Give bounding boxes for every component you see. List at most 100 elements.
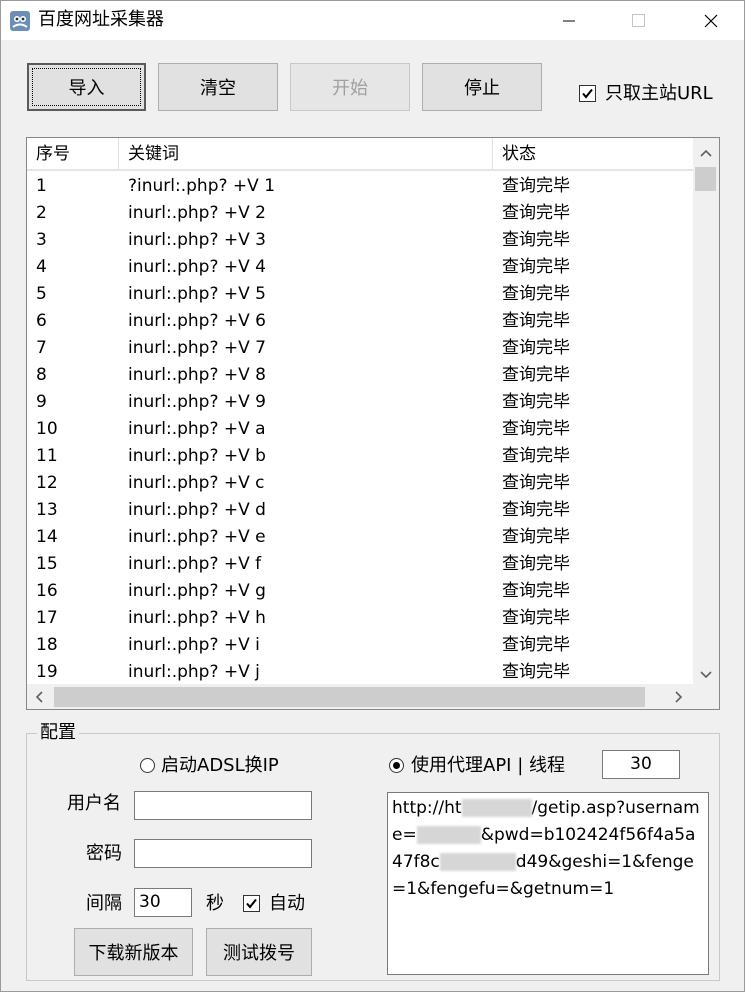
row-keyword-cell: inurl:.php? +V a [128, 419, 266, 439]
row-status-cell: 查询完毕 [502, 473, 570, 493]
row-index-cell: 3 [36, 230, 47, 250]
username-input[interactable] [134, 791, 312, 820]
row-status-cell: 查询完毕 [502, 581, 570, 601]
start-button[interactable]: 开始 [290, 63, 410, 111]
only-main-url-checkbox[interactable] [579, 85, 596, 102]
row-status-cell: 查询完毕 [502, 419, 570, 439]
minimize-button[interactable] [546, 1, 592, 40]
table-row[interactable]: 8 inurl:.php? +V 8 查询完毕 [27, 362, 693, 389]
clear-button-label: 清空 [200, 78, 236, 99]
row-status-cell: 查询完毕 [502, 392, 570, 412]
table-row[interactable]: 11 inurl:.php? +V b 查询完毕 [27, 443, 693, 470]
import-button[interactable]: 导入 [27, 63, 146, 111]
adsl-radio[interactable] [140, 758, 155, 773]
proxy-api-url-textarea[interactable]: http://ht/getip.asp?username= &pwd=b10242… [387, 792, 709, 975]
redacted-password-part [439, 853, 516, 871]
table-row[interactable]: 1 ?inurl:.php? +V 1 查询完毕 [27, 173, 693, 200]
table-row[interactable]: 14 inurl:.php? +V e 查询完毕 [27, 524, 693, 551]
auto-label[interactable]: 自动 [269, 893, 305, 915]
table-row[interactable]: 18 inurl:.php? +V i 查询完毕 [27, 632, 693, 659]
table-row[interactable]: 4 inurl:.php? +V 4 查询完毕 [27, 254, 693, 281]
redacted-host [461, 799, 532, 817]
scroll-right-icon[interactable] [675, 691, 683, 706]
scroll-up-icon[interactable] [700, 146, 712, 160]
keyword-list[interactable]: 序号 关键词 状态 1 ?inurl:.php? +V 1 查询完毕 2 inurl:.… [26, 137, 720, 710]
row-index-cell: 8 [36, 365, 47, 385]
password-label: 密码 [86, 843, 122, 864]
row-keyword-cell: inurl:.php? +V c [128, 473, 265, 493]
row-index-cell: 17 [36, 608, 58, 628]
scroll-left-icon[interactable] [35, 691, 43, 706]
scroll-down-icon[interactable] [700, 668, 712, 682]
row-index-cell: 12 [36, 473, 58, 493]
threads-input[interactable]: 30 [602, 750, 680, 779]
api-url-part-1: http://ht [392, 798, 462, 818]
table-row[interactable]: 2 inurl:.php? +V 2 查询完毕 [27, 200, 693, 227]
row-keyword-cell: inurl:.php? +V 6 [128, 311, 266, 331]
maximize-button [615, 1, 661, 40]
row-keyword-cell: inurl:.php? +V 2 [128, 203, 266, 223]
table-row[interactable]: 19 inurl:.php? +V j 查询完毕 [27, 659, 693, 686]
row-index-cell: 13 [36, 500, 58, 520]
table-row[interactable]: 17 inurl:.php? +V h 查询完毕 [27, 605, 693, 632]
clear-button[interactable]: 清空 [158, 63, 278, 111]
table-row[interactable]: 13 inurl:.php? +V d 查询完毕 [27, 497, 693, 524]
table-row[interactable]: 15 inurl:.php? +V f 查询完毕 [27, 551, 693, 578]
row-index-cell: 14 [36, 527, 58, 547]
row-keyword-cell: inurl:.php? +V j [128, 662, 260, 682]
config-group-title: 配置 [37, 721, 79, 745]
import-button-label: 导入 [68, 78, 105, 99]
row-index-cell: 4 [36, 257, 47, 277]
table-row[interactable]: 16 inurl:.php? +V g 查询完毕 [27, 578, 693, 605]
column-header-index[interactable]: 序号 [27, 138, 119, 170]
vertical-scrollbar[interactable] [693, 138, 719, 684]
app-window: 百度网址采集器 导入 清空 开始 停止 只取主站URL 序号 关键词 状态 1?… [0, 0, 745, 992]
table-row[interactable]: 6 inurl:.php? +V 6 查询完毕 [27, 308, 693, 335]
title-bar[interactable]: 百度网址采集器 [1, 1, 744, 40]
interval-input[interactable]: 30 [134, 888, 192, 917]
stop-button-label: 停止 [464, 78, 500, 99]
test-dial-button-label: 测试拨号 [223, 943, 295, 964]
column-header-status[interactable]: 状态 [493, 138, 693, 170]
test-dial-button[interactable]: 测试拨号 [206, 928, 312, 976]
start-button-label: 开始 [332, 78, 368, 99]
close-icon [704, 14, 718, 27]
download-button-label: 下载新版本 [88, 943, 179, 964]
auto-checkbox[interactable] [243, 895, 260, 912]
proxy-api-label[interactable]: 使用代理API | 线程 [411, 755, 565, 777]
row-index-cell: 7 [36, 338, 47, 358]
horizontal-scrollbar[interactable] [27, 684, 693, 709]
password-input[interactable] [134, 839, 312, 868]
stop-button[interactable]: 停止 [422, 63, 542, 111]
row-keyword-cell: ?inurl:.php? +V 1 [128, 176, 276, 196]
close-button[interactable] [688, 1, 734, 40]
row-index-cell: 5 [36, 284, 47, 304]
column-header-keyword[interactable]: 关键词 [119, 138, 493, 170]
row-status-cell: 查询完毕 [502, 662, 570, 682]
scrollbar-corner [693, 684, 719, 709]
checkmark-icon [582, 88, 593, 99]
only-main-url-label[interactable]: 只取主站URL [605, 83, 713, 105]
table-row[interactable]: 12 inurl:.php? +V c 查询完毕 [27, 470, 693, 497]
row-status-cell: 查询完毕 [502, 365, 570, 385]
adsl-label[interactable]: 启动ADSL换IP [161, 755, 279, 777]
table-row[interactable]: 10 inurl:.php? +V a 查询完毕 [27, 416, 693, 443]
table-row[interactable]: 5 inurl:.php? +V 5 查询完毕 [27, 281, 693, 308]
row-status-cell: 查询完毕 [502, 338, 570, 358]
vertical-scroll-thumb[interactable] [695, 167, 716, 191]
row-status-cell: 查询完毕 [502, 257, 570, 277]
row-keyword-cell: inurl:.php? +V b [128, 446, 266, 466]
table-row[interactable]: 3 inurl:.php? +V 3 查询完毕 [27, 227, 693, 254]
download-new-version-button[interactable]: 下载新版本 [74, 928, 193, 976]
row-index-cell: 18 [36, 635, 58, 655]
row-keyword-cell: inurl:.php? +V 4 [128, 257, 266, 277]
row-index-cell: 9 [36, 392, 47, 412]
table-row[interactable]: 9 inurl:.php? +V 9 查询完毕 [27, 389, 693, 416]
row-status-cell: 查询完毕 [502, 500, 570, 520]
proxy-api-radio[interactable] [389, 758, 404, 773]
row-status-cell: 查询完毕 [502, 635, 570, 655]
radio-selected-dot [393, 762, 400, 769]
row-keyword-cell: inurl:.php? +V h [128, 608, 266, 628]
horizontal-scroll-thumb[interactable] [54, 687, 645, 707]
table-row[interactable]: 7 inurl:.php? +V 7 查询完毕 [27, 335, 693, 362]
